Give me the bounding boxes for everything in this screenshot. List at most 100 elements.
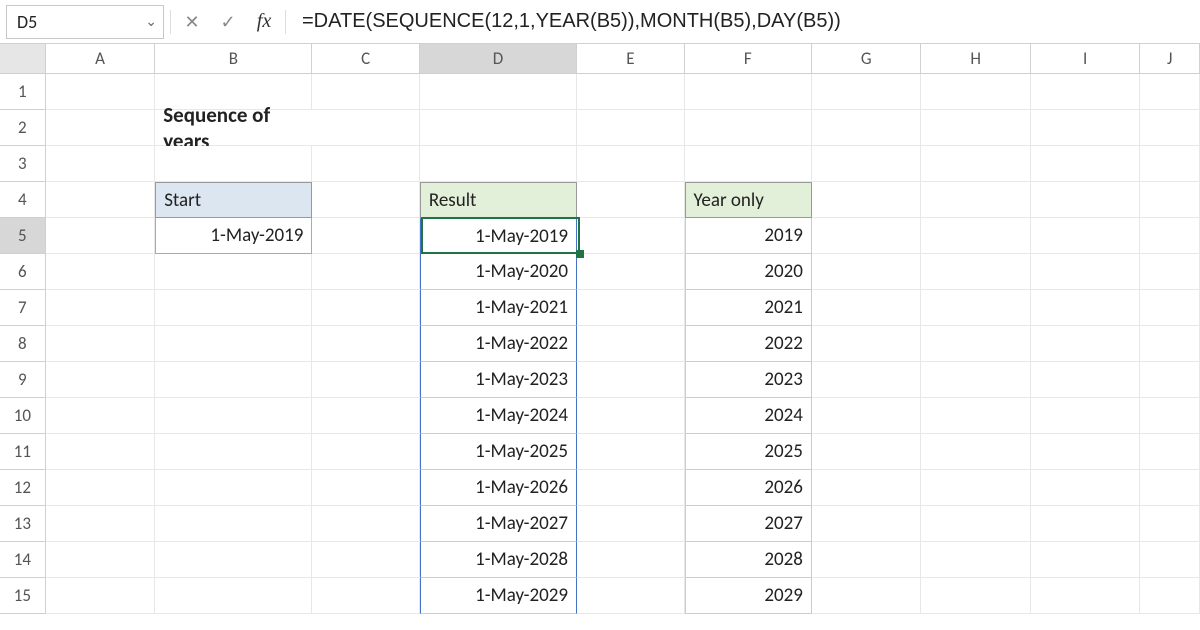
name-box[interactable]: D5 ⌄ (6, 5, 164, 39)
year-cell[interactable]: 2022 (685, 326, 812, 362)
cell[interactable] (812, 290, 921, 326)
cell[interactable] (1140, 110, 1200, 146)
cell[interactable] (921, 146, 1030, 182)
row-header[interactable]: 10 (0, 398, 46, 434)
cell[interactable] (685, 110, 812, 146)
result-cell[interactable]: 1-May-2019 (420, 218, 577, 254)
cell[interactable] (46, 74, 155, 110)
cell[interactable] (1140, 74, 1200, 110)
cell[interactable] (577, 398, 684, 434)
row-header[interactable]: 7 (0, 290, 46, 326)
cell[interactable] (577, 146, 684, 182)
cell[interactable] (155, 434, 312, 470)
cell[interactable] (420, 146, 577, 182)
result-cell[interactable]: 1-May-2028 (420, 542, 577, 578)
cell[interactable] (1140, 218, 1200, 254)
cell[interactable] (1031, 578, 1140, 614)
cell[interactable] (577, 542, 684, 578)
cell[interactable] (1140, 254, 1200, 290)
col-header-D[interactable]: D (420, 44, 577, 74)
cell[interactable] (155, 362, 312, 398)
year-cell[interactable]: 2021 (685, 290, 812, 326)
cell[interactable] (1031, 470, 1140, 506)
col-header-H[interactable]: H (921, 44, 1030, 74)
cell[interactable] (1031, 434, 1140, 470)
cell[interactable] (921, 218, 1030, 254)
cell[interactable] (577, 182, 684, 218)
cell[interactable] (155, 146, 312, 182)
cell[interactable] (155, 398, 312, 434)
cell[interactable] (921, 290, 1030, 326)
start-value-cell[interactable]: 1-May-2019 (155, 218, 312, 254)
cell[interactable] (46, 578, 155, 614)
cell[interactable] (312, 434, 419, 470)
cell[interactable] (812, 470, 921, 506)
cell[interactable] (1031, 146, 1140, 182)
cell[interactable] (812, 506, 921, 542)
fx-icon[interactable]: fx (249, 7, 279, 37)
col-header-A[interactable]: A (46, 44, 155, 74)
cell[interactable] (46, 398, 155, 434)
cell[interactable] (46, 290, 155, 326)
cell[interactable] (312, 290, 419, 326)
cell[interactable] (1031, 362, 1140, 398)
cell[interactable] (312, 218, 419, 254)
cell[interactable] (46, 506, 155, 542)
cell[interactable] (312, 578, 419, 614)
cell[interactable] (46, 362, 155, 398)
cell[interactable] (685, 146, 812, 182)
cell[interactable] (812, 218, 921, 254)
result-cell[interactable]: 1-May-2029 (420, 578, 577, 614)
cell[interactable] (1031, 254, 1140, 290)
cell[interactable] (577, 362, 684, 398)
cell[interactable] (46, 254, 155, 290)
cell[interactable] (155, 578, 312, 614)
cell[interactable] (46, 470, 155, 506)
col-header-I[interactable]: I (1031, 44, 1140, 74)
cell[interactable] (1031, 290, 1140, 326)
cell[interactable] (312, 506, 419, 542)
row-header[interactable]: 2 (0, 110, 46, 146)
header-year-only[interactable]: Year only (685, 182, 812, 218)
cell[interactable] (685, 74, 812, 110)
cell[interactable] (1031, 542, 1140, 578)
cell[interactable] (46, 434, 155, 470)
cell[interactable] (312, 362, 419, 398)
result-cell[interactable]: 1-May-2021 (420, 290, 577, 326)
cell[interactable] (921, 578, 1030, 614)
cell[interactable] (577, 578, 684, 614)
cell[interactable] (921, 362, 1030, 398)
cell[interactable] (577, 218, 684, 254)
year-cell[interactable]: 2024 (685, 398, 812, 434)
cell[interactable] (921, 182, 1030, 218)
cell[interactable] (812, 146, 921, 182)
cell[interactable] (1031, 218, 1140, 254)
row-header[interactable]: 1 (0, 74, 46, 110)
cell[interactable] (1031, 182, 1140, 218)
cell[interactable] (921, 74, 1030, 110)
col-header-E[interactable]: E (577, 44, 684, 74)
result-cell[interactable]: 1-May-2020 (420, 254, 577, 290)
cell[interactable] (1140, 290, 1200, 326)
row-header[interactable]: 5 (0, 218, 46, 254)
cell[interactable] (1031, 398, 1140, 434)
year-cell[interactable]: 2027 (685, 506, 812, 542)
cell[interactable] (812, 74, 921, 110)
row-header[interactable]: 14 (0, 542, 46, 578)
cell[interactable] (577, 110, 684, 146)
result-cell[interactable]: 1-May-2025 (420, 434, 577, 470)
year-cell[interactable]: 2025 (685, 434, 812, 470)
cell[interactable] (812, 326, 921, 362)
cell[interactable] (1031, 110, 1140, 146)
cell[interactable] (1140, 434, 1200, 470)
row-header[interactable]: 4 (0, 182, 46, 218)
result-cell[interactable]: 1-May-2027 (420, 506, 577, 542)
result-cell[interactable]: 1-May-2022 (420, 326, 577, 362)
year-cell[interactable]: 2028 (685, 542, 812, 578)
cell[interactable] (577, 74, 684, 110)
result-cell[interactable]: 1-May-2023 (420, 362, 577, 398)
row-header[interactable]: 8 (0, 326, 46, 362)
header-start[interactable]: Start (155, 182, 312, 218)
row-header[interactable]: 9 (0, 362, 46, 398)
cell[interactable] (312, 74, 419, 110)
